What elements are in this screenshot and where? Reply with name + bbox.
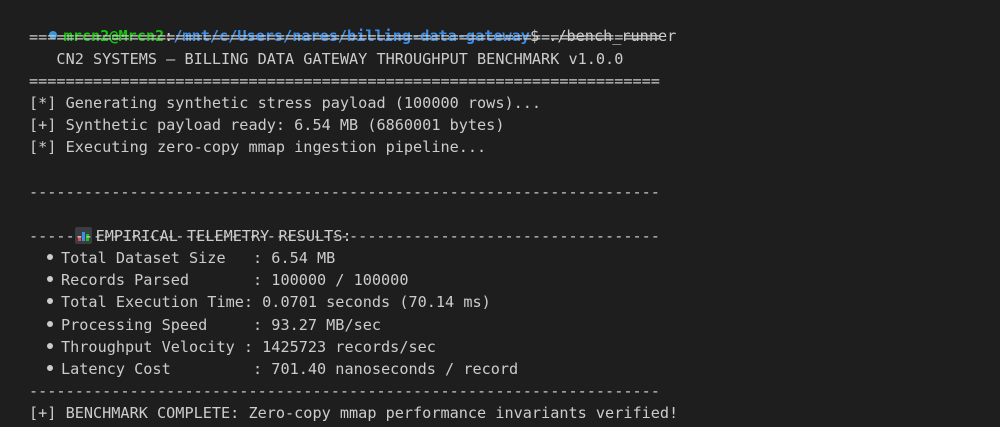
result-item: Latency Cost : 701.40 nanoseconds / reco… [29, 358, 518, 380]
banner-title: CN2 SYSTEMS — BILLING DATA GATEWAY THROU… [29, 50, 624, 68]
bullet-icon [47, 321, 53, 327]
final-status-line: [+] BENCHMARK COMPLETE: Zero-copy mmap p… [29, 404, 679, 422]
banner-rule-bottom: ========================================… [29, 72, 660, 90]
terminal-window[interactable]: mrcn2@Mrcn2:/mnt/c/Users/nares/billing-d… [0, 0, 1000, 427]
log-line: [*] Generating synthetic stress payload … [29, 94, 542, 112]
prompt-line: mrcn2@Mrcn2:/mnt/c/Users/nares/billing-d… [12, 3, 676, 45]
result-item: Total Execution Time: 0.0701 seconds (70… [29, 291, 491, 313]
results-rule-bottom: ----------------------------------------… [29, 382, 660, 400]
result-item: Processing Speed : 93.27 MB/sec [29, 314, 381, 336]
result-item: Records Parsed : 100000 / 100000 [29, 269, 408, 291]
log-line: [*] Executing zero-copy mmap ingestion p… [29, 138, 487, 156]
result-item: Throughput Velocity : 1425723 records/se… [29, 336, 436, 358]
bullet-icon [47, 298, 53, 304]
bullet-icon [47, 343, 53, 349]
bullet-icon [47, 365, 53, 371]
results-heading-line: EMPIRICAL TELEMETRY RESULTS: [29, 203, 352, 245]
result-item: Total Dataset Size : 6.54 MB [29, 247, 335, 269]
results-rule-mid: ----------------------------------------… [29, 227, 660, 245]
log-line: [+] Synthetic payload ready: 6.54 MB (68… [29, 116, 505, 134]
bullet-icon [47, 276, 53, 282]
banner-rule-top: ========================================… [29, 28, 660, 46]
bullet-icon [47, 254, 53, 260]
results-rule-top: ----------------------------------------… [29, 183, 660, 201]
